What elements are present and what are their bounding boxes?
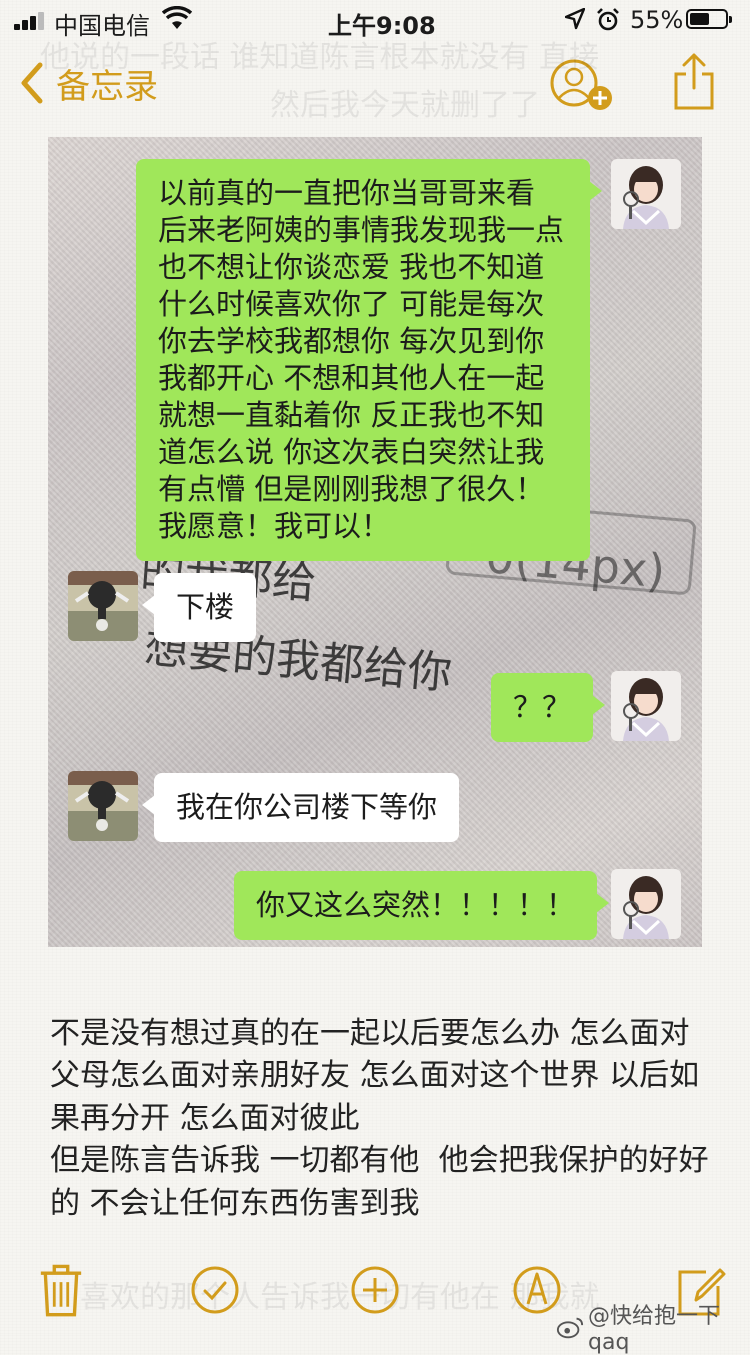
cartoon-avatar-icon bbox=[68, 771, 138, 841]
chat-bubble-me: 以前真的一直把你当哥哥来看 后来老阿姨的事情我发现我一点也不想让你谈恋爱 我也不… bbox=[136, 159, 602, 561]
avatar-me bbox=[611, 869, 681, 939]
chat-bubble-me: 你又这么突然！！！！！ bbox=[234, 871, 610, 940]
add-icon[interactable] bbox=[350, 1262, 400, 1318]
avatar-me bbox=[611, 671, 681, 741]
avatar-them bbox=[68, 771, 138, 841]
wifi-icon bbox=[162, 6, 192, 29]
checklist-icon[interactable] bbox=[190, 1262, 240, 1318]
avatar-them bbox=[68, 571, 138, 641]
watermark-text: @快给抱一下qaq bbox=[588, 1304, 721, 1355]
signal-icon bbox=[14, 12, 50, 30]
girl-avatar-icon bbox=[611, 869, 681, 939]
alarm-clock-icon bbox=[597, 8, 619, 31]
share-icon[interactable] bbox=[672, 52, 716, 110]
cartoon-avatar-icon bbox=[68, 571, 138, 641]
trash-icon[interactable] bbox=[36, 1262, 86, 1318]
note-body[interactable]: 不是没有想过真的在一起以后要怎么办 怎么面对父母怎么面对亲朋好友 怎么面对这个世… bbox=[50, 1013, 710, 1225]
ghost-text: 然后我今天就删了了 bbox=[270, 88, 540, 123]
watermark: @快给抱一下qaq bbox=[556, 1298, 750, 1355]
chat-bubble-them: 我在你公司楼下等你 bbox=[141, 773, 460, 842]
ghost-text: 他说的一段话 谁知道陈言根本就没有 直接 bbox=[40, 40, 600, 75]
chat-bubble-me: ？？ bbox=[491, 673, 606, 742]
battery-percent: 55% bbox=[630, 6, 684, 34]
girl-avatar-icon bbox=[611, 671, 681, 741]
location-arrow-icon bbox=[565, 8, 585, 30]
battery-fill bbox=[690, 13, 709, 25]
avatar-me bbox=[611, 159, 681, 229]
girl-avatar-icon bbox=[611, 159, 681, 229]
chat-screenshot: 的我都给 想要的我都给你 0(14px) 以前真的一直把你当哥哥来看 后来老阿姨… bbox=[48, 137, 702, 947]
weibo-icon bbox=[556, 1317, 584, 1338]
battery-icon bbox=[686, 9, 732, 29]
sketch-icon[interactable] bbox=[512, 1262, 562, 1318]
chat-bubble-them: 下楼 bbox=[141, 573, 257, 642]
